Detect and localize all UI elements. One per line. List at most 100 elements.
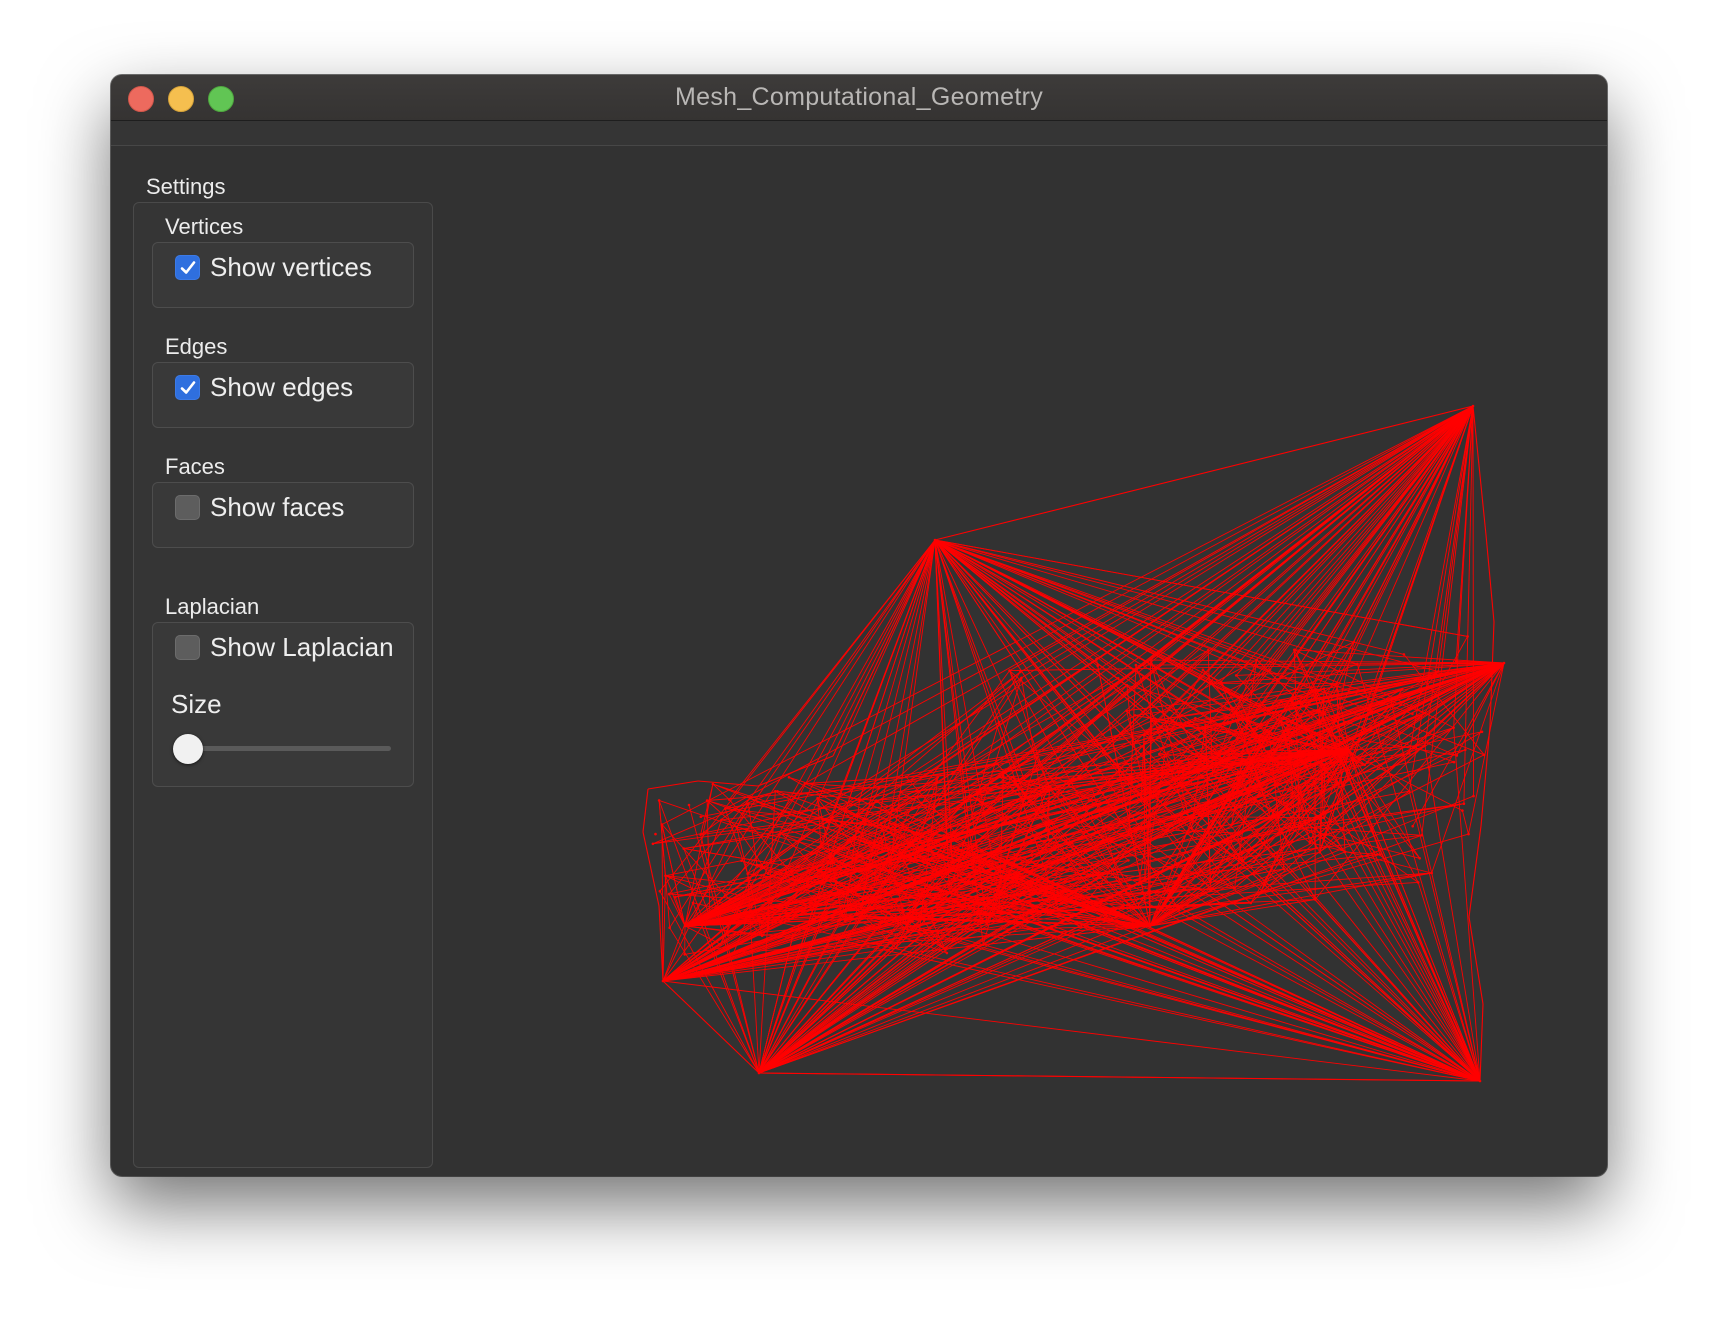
mesh-vertex	[874, 799, 878, 802]
mesh-vertex	[1020, 676, 1023, 680]
mesh-vertex	[1334, 717, 1338, 720]
mesh-vertex	[1133, 714, 1137, 717]
mesh-vertex	[1411, 824, 1414, 828]
mesh-vertex	[1259, 890, 1262, 894]
mesh-vertex	[912, 859, 915, 863]
mesh-vertex	[749, 796, 752, 800]
laplacian-size-slider-track[interactable]	[183, 746, 391, 751]
mesh-vertex	[860, 869, 863, 873]
mesh-vertex	[1127, 834, 1130, 837]
mesh-vertex	[654, 832, 657, 836]
show-edges-label[interactable]: Show edges	[210, 372, 353, 403]
laplacian-group-label: Laplacian	[165, 594, 260, 619]
mesh-vertex	[997, 720, 1001, 724]
mesh-vertex	[1090, 787, 1094, 791]
mesh-vertex	[705, 799, 709, 802]
mesh-vertex	[1095, 657, 1098, 661]
mesh-vertex	[1201, 668, 1205, 672]
show-faces-label[interactable]: Show faces	[210, 492, 344, 523]
mesh-vertex	[1289, 699, 1292, 703]
mesh-vertex	[995, 762, 999, 766]
mesh-vertex	[835, 819, 839, 823]
mesh-edge	[1461, 810, 1469, 835]
laplacian-group-box: Show Laplacian Size	[152, 622, 414, 787]
mesh-vertex	[998, 775, 1002, 779]
mesh-vertex	[1150, 719, 1154, 723]
mesh-vertex	[1143, 876, 1147, 879]
checkmark-icon	[180, 380, 195, 394]
mesh-vertex	[1158, 752, 1161, 756]
mesh-vertex	[1322, 687, 1326, 690]
mesh-vertex	[1131, 743, 1134, 746]
mesh-vertex	[1219, 680, 1223, 683]
mesh-edge	[758, 1072, 1481, 1082]
mesh-vertex	[1207, 776, 1210, 779]
mesh-vertex	[1279, 719, 1282, 722]
show-laplacian-check-box[interactable]	[175, 635, 200, 660]
mesh-vertex	[1279, 700, 1283, 703]
mesh-vertex	[1462, 802, 1466, 805]
mesh-vertex	[1408, 752, 1411, 755]
mesh-vertex	[967, 846, 971, 850]
mesh-vertex	[918, 929, 921, 932]
mesh-edge	[749, 539, 936, 799]
mesh-vertex	[1209, 888, 1213, 892]
mesh-edge	[697, 780, 759, 787]
mesh-vertex	[1056, 907, 1060, 911]
mesh-vertex	[687, 803, 691, 807]
mesh-vertex	[1378, 853, 1382, 856]
mesh-vertex	[998, 892, 1001, 895]
mesh-vertex	[757, 1071, 761, 1075]
mesh-vertex	[1461, 809, 1464, 812]
show-vertices-check-box[interactable]	[175, 255, 200, 280]
mesh-vertex	[1047, 838, 1050, 842]
mesh-vertex	[1116, 676, 1120, 680]
mesh-vertex	[1183, 811, 1187, 814]
mesh-vertex	[1318, 721, 1322, 725]
mesh-edge	[1149, 405, 1474, 927]
show-edges-checkbox[interactable]: Show edges	[175, 372, 353, 403]
mesh-vertex	[1163, 755, 1166, 758]
mesh-vertex	[1252, 860, 1256, 863]
mesh-edge	[1479, 1003, 1484, 1082]
show-vertices-checkbox[interactable]: Show vertices	[175, 252, 372, 283]
mesh-vertex	[1257, 780, 1261, 783]
mesh-edge	[1256, 405, 1474, 661]
show-vertices-label[interactable]: Show vertices	[210, 252, 372, 283]
mesh-vertex	[894, 946, 897, 950]
mesh-vertex	[904, 917, 907, 921]
title-bar[interactable]: Mesh_Computational_Geometry	[111, 75, 1607, 121]
mesh-viewport[interactable]	[433, 146, 1607, 1176]
mesh-vertex	[1347, 748, 1351, 752]
mesh-vertex	[1135, 906, 1139, 909]
mesh-vertex	[990, 852, 993, 855]
show-faces-check-box[interactable]	[175, 495, 200, 520]
mesh-vertex	[1171, 885, 1175, 889]
mesh-vertex	[1482, 753, 1486, 757]
mesh-vertex	[1315, 846, 1319, 850]
mesh-vertex	[658, 889, 662, 893]
mesh-vertex	[1390, 703, 1393, 706]
mesh-edges	[642, 405, 1505, 1082]
show-edges-check-box[interactable]	[175, 375, 200, 400]
mesh-edge	[1242, 860, 1481, 1082]
mesh-vertex	[843, 919, 847, 923]
mesh-vertex	[1190, 827, 1193, 830]
mesh-vertex	[723, 807, 727, 810]
mesh-vertex	[859, 906, 863, 910]
mesh-vertex	[1204, 723, 1207, 727]
show-laplacian-checkbox[interactable]: Show Laplacian	[175, 632, 394, 663]
mesh-vertex	[1401, 687, 1404, 691]
mesh-vertex	[1261, 738, 1264, 741]
mesh-vertex	[828, 861, 832, 864]
mesh-vertex	[728, 798, 731, 801]
mesh-vertex	[1267, 730, 1271, 733]
show-faces-checkbox[interactable]: Show faces	[175, 492, 344, 523]
laplacian-size-slider-knob[interactable]	[173, 734, 203, 764]
mesh-vertex	[1235, 831, 1239, 835]
mesh-vertex	[840, 914, 844, 917]
mesh-vertex	[1454, 660, 1458, 663]
mesh-vertex	[1142, 734, 1146, 737]
mesh-edge	[1468, 825, 1482, 918]
show-laplacian-label[interactable]: Show Laplacian	[210, 632, 394, 663]
